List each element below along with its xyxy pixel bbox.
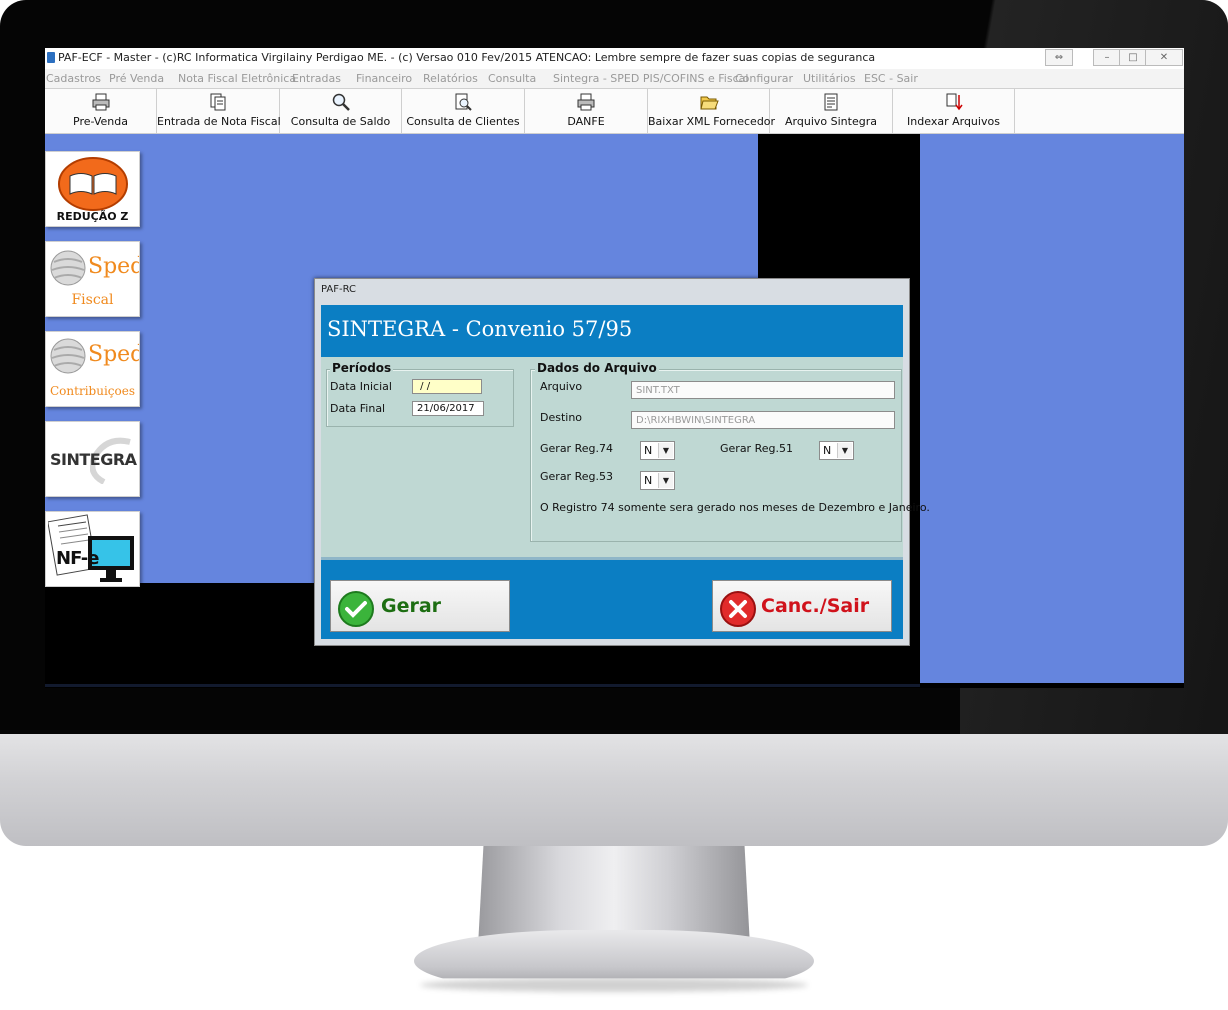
app-icon xyxy=(47,52,55,63)
reg74-select[interactable]: N ▼ xyxy=(640,441,675,460)
menu-pre-venda[interactable]: Pré Venda xyxy=(109,72,164,85)
toolbar-label: Arquivo Sintegra xyxy=(785,115,877,128)
dialog-caption: PAF-RC xyxy=(321,284,357,295)
sidebar-tile-sintegra[interactable]: SINTEGRA xyxy=(45,421,140,497)
sintegra-dialog: PAF-RC SINTEGRA - Convenio 57/95 Período… xyxy=(314,278,930,646)
toolbar: Pre-Venda Entrada de Nota Fiscal Consult… xyxy=(45,89,1184,134)
menu-nota-fiscal-eletronica[interactable]: Nota Fiscal Eletrônica xyxy=(178,72,296,85)
start-date-field[interactable] xyxy=(412,379,482,394)
toolbar-label: Indexar Arquivos xyxy=(907,115,1000,128)
tile-sublabel: Fiscal xyxy=(71,292,114,308)
sidebar-tile-sped-contribuicoes[interactable]: Sped Contribuiçoes xyxy=(45,331,140,407)
magnifier-icon xyxy=(332,93,350,111)
cancel-button-label: Canc./Sair xyxy=(761,595,870,617)
sped-logo-icon xyxy=(50,338,86,374)
toolbar-label: Entrada de Nota Fiscal xyxy=(157,115,281,128)
monitor-chin xyxy=(0,734,1228,846)
reg74-value: N xyxy=(644,444,653,457)
chevron-down-icon[interactable]: ▼ xyxy=(837,443,852,458)
check-icon xyxy=(338,591,374,627)
menu-sintegra-sped[interactable]: Sintegra - SPED PIS/COFINS e Fiscal xyxy=(553,72,748,85)
maximize-button[interactable]: □ xyxy=(1119,49,1147,66)
window-title: PAF-ECF - Master - (c)RC Informatica Vir… xyxy=(58,51,876,64)
reg53-label: Gerar Reg.53 xyxy=(540,470,613,483)
toolbar-label: DANFE xyxy=(567,115,605,128)
close-button[interactable]: ✕ xyxy=(1145,49,1183,66)
reg53-select[interactable]: N ▼ xyxy=(640,471,675,490)
reg74-label: Gerar Reg.74 xyxy=(540,442,613,455)
periods-group-title: Períodos xyxy=(330,361,394,375)
dialog-heading: SINTEGRA - Convenio 57/95 xyxy=(327,317,633,341)
cancel-exit-button[interactable]: Canc./Sair xyxy=(712,580,892,632)
toolbar-label: Pre-Venda xyxy=(73,115,128,128)
end-date-field[interactable] xyxy=(412,401,484,416)
menu-bar: Cadastros Pré Venda Nota Fiscal Eletrôni… xyxy=(45,69,1184,89)
menu-esc-sair[interactable]: ESC - Sair xyxy=(864,72,918,85)
toolbar-entrada-nota-fiscal-button[interactable]: Entrada de Nota Fiscal xyxy=(157,89,281,133)
start-date-label: Data Inicial xyxy=(330,380,392,393)
dialog-banner: SINTEGRA - Convenio 57/95 xyxy=(321,305,903,357)
reg51-value: N xyxy=(823,444,832,457)
destination-label: Destino xyxy=(540,411,583,424)
menu-utilitarios[interactable]: Utilitários xyxy=(803,72,856,85)
printer-icon xyxy=(577,93,595,111)
restore-window-icon[interactable]: ⇔ xyxy=(1045,49,1073,66)
desktop-area-right xyxy=(920,134,1184,683)
menu-entradas[interactable]: Entradas xyxy=(292,72,341,85)
reg74-note: O Registro 74 somente sera gerado nos me… xyxy=(540,501,930,514)
reg53-value: N xyxy=(644,474,653,487)
tile-label: NF-e xyxy=(56,548,99,569)
sidebar-tile-nfe[interactable]: NF-e xyxy=(45,511,140,587)
sidebar-tile-reducao-z[interactable]: REDUÇÃO Z xyxy=(45,151,140,227)
close-icon xyxy=(720,591,756,627)
tile-label: Sped xyxy=(88,254,140,279)
file-name-field[interactable] xyxy=(631,381,895,399)
document-search-icon xyxy=(455,93,472,111)
reg51-select[interactable]: N ▼ xyxy=(819,441,854,460)
chevron-down-icon[interactable]: ▼ xyxy=(658,473,673,488)
toolbar-label: Consulta de Clientes xyxy=(406,115,520,128)
tile-label: Sped xyxy=(88,342,140,367)
generate-button-label: Gerar xyxy=(381,595,442,617)
toolbar-label: Baixar XML Fornecedor xyxy=(648,115,776,128)
tile-label: SINTEGRA xyxy=(50,450,137,469)
file-data-group-title: Dados do Arquivo xyxy=(535,361,659,375)
menu-financeiro[interactable]: Financeiro xyxy=(356,72,412,85)
menu-configurar[interactable]: Configurar xyxy=(735,72,793,85)
periods-group xyxy=(326,369,514,427)
toolbar-arquivo-sintegra-button[interactable]: Arquivo Sintegra xyxy=(770,89,893,133)
menu-relatorios[interactable]: Relatórios xyxy=(423,72,478,85)
file-label: Arquivo xyxy=(540,380,583,393)
sped-logo-icon xyxy=(50,250,86,286)
desktop-edge xyxy=(45,684,920,687)
open-folder-icon xyxy=(699,96,719,110)
chevron-down-icon[interactable]: ▼ xyxy=(658,443,673,458)
book-icon xyxy=(58,157,128,211)
report-icon xyxy=(824,93,838,111)
dialog-footer: Gerar Canc./Sair xyxy=(321,557,903,639)
tile-label: REDUÇÃO Z xyxy=(56,210,129,223)
toolbar-consulta-clientes-button[interactable]: Consulta de Clientes xyxy=(402,89,525,133)
end-date-label: Data Final xyxy=(330,402,386,415)
toolbar-indexar-arquivos-button[interactable]: Indexar Arquivos xyxy=(893,89,1015,133)
toolbar-pre-venda-button[interactable]: Pre-Venda xyxy=(45,89,157,133)
generate-button[interactable]: Gerar xyxy=(330,580,510,632)
toolbar-danfe-button[interactable]: DANFE xyxy=(525,89,648,133)
menu-consulta[interactable]: Consulta xyxy=(488,72,536,85)
menu-cadastros[interactable]: Cadastros xyxy=(46,72,101,85)
window-titlebar: PAF-ECF - Master - (c)RC Informatica Vir… xyxy=(45,48,1184,70)
destination-field[interactable] xyxy=(631,411,895,429)
toolbar-label: Consulta de Saldo xyxy=(290,115,391,128)
tile-sublabel: Contribuiçoes xyxy=(50,384,135,398)
documents-icon xyxy=(210,93,226,111)
stand-shadow xyxy=(420,978,808,992)
minimize-button[interactable]: – xyxy=(1093,49,1121,66)
index-arrow-icon xyxy=(946,93,963,111)
sidebar-tile-sped-fiscal[interactable]: Sped Fiscal xyxy=(45,241,140,317)
toolbar-baixar-xml-button[interactable]: Baixar XML Fornecedor xyxy=(648,89,776,133)
toolbar-consulta-saldo-button[interactable]: Consulta de Saldo xyxy=(280,89,402,133)
printer-icon xyxy=(92,93,109,111)
reg51-label: Gerar Reg.51 xyxy=(720,442,793,455)
dialog-body: Períodos Data Inicial Data Final Dados d… xyxy=(321,357,930,557)
